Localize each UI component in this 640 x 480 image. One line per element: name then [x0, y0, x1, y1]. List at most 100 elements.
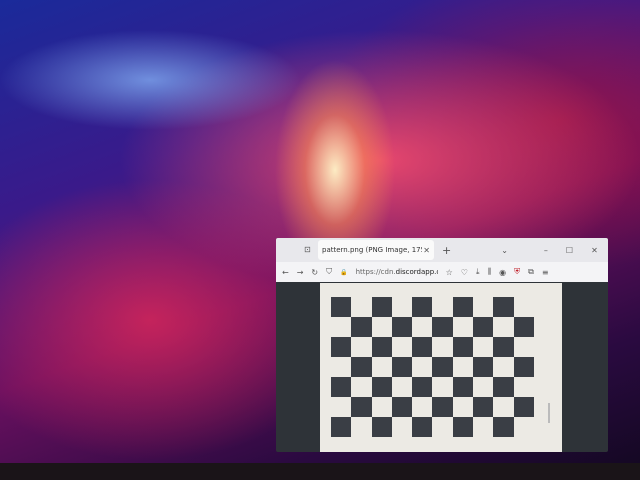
- light-square: [412, 317, 432, 337]
- light-square: [473, 377, 493, 397]
- light-square: [453, 317, 473, 337]
- light-square: [331, 317, 351, 337]
- light-square: [514, 337, 534, 357]
- light-square: [493, 317, 513, 337]
- library-icon[interactable]: ⫼: [487, 267, 491, 277]
- close-window-button[interactable]: ✕: [591, 246, 598, 255]
- extension-shield-icon[interactable]: ⛨: [514, 267, 520, 277]
- light-square: [331, 397, 351, 417]
- dark-square: [493, 337, 514, 357]
- light-square: [514, 377, 534, 397]
- dark-square: [351, 397, 372, 417]
- light-square: [372, 317, 392, 337]
- dark-square: [432, 357, 453, 377]
- light-square: [372, 397, 392, 417]
- checkerboard: [331, 297, 534, 437]
- forward-icon[interactable]: →: [297, 268, 304, 277]
- dark-square: [371, 297, 392, 317]
- light-square: [453, 357, 473, 377]
- dark-square: [493, 297, 514, 317]
- lock-icon[interactable]: 🔒: [340, 269, 347, 276]
- light-square: [432, 297, 452, 317]
- dark-square: [432, 317, 453, 337]
- light-square: [473, 297, 493, 317]
- browser-window: ⊡ pattern.png (PNG Image, 1754 × 12 ✕ + …: [276, 238, 608, 452]
- checkerboard-image: [320, 283, 562, 452]
- light-square: [412, 357, 432, 377]
- url-bar[interactable]: https://cdn.discordapp.co: [356, 268, 438, 276]
- tab-close-icon[interactable]: ✕: [423, 246, 430, 255]
- dark-square: [331, 337, 352, 357]
- light-square: [514, 417, 534, 437]
- shield-icon[interactable]: ⛉: [326, 267, 332, 277]
- extensions-icon[interactable]: ⧉: [528, 267, 534, 277]
- dark-square: [473, 317, 494, 337]
- dark-square: [331, 377, 352, 397]
- dark-square: [513, 397, 534, 417]
- dark-square: [412, 297, 433, 317]
- bookmark-star-icon[interactable]: ☆: [446, 268, 453, 277]
- dark-square: [331, 417, 352, 437]
- dark-square: [412, 417, 433, 437]
- url-prefix: https://cdn.: [355, 268, 396, 276]
- dark-square: [452, 297, 474, 317]
- light-square: [473, 417, 493, 437]
- light-square: [351, 377, 371, 397]
- dark-square: [412, 337, 433, 357]
- nav-bar: ← → ↻ ⛉ 🔒 https://cdn.discordapp.co ☆ ♡ …: [276, 262, 608, 282]
- image-fine-print: [548, 403, 550, 423]
- light-square: [372, 357, 392, 377]
- dark-square: [452, 337, 474, 357]
- dark-square: [513, 317, 534, 337]
- tab-title: pattern.png (PNG Image, 1754 × 12: [322, 246, 422, 254]
- dark-square: [473, 357, 494, 377]
- light-square: [351, 297, 371, 317]
- dark-square: [452, 377, 474, 397]
- download-icon[interactable]: ⤓: [476, 267, 480, 277]
- dark-square: [432, 397, 453, 417]
- account-icon[interactable]: ◉: [499, 268, 506, 277]
- dark-square: [391, 357, 413, 377]
- dark-square: [493, 377, 514, 397]
- light-square: [432, 417, 452, 437]
- dark-square: [391, 317, 413, 337]
- dark-square: [371, 377, 392, 397]
- light-square: [432, 337, 452, 357]
- tab-bar: ⊡ pattern.png (PNG Image, 1754 × 12 ✕ + …: [276, 238, 608, 262]
- maximize-button[interactable]: ☐: [566, 246, 573, 255]
- light-square: [473, 337, 493, 357]
- dark-square: [331, 297, 352, 317]
- tab-pattern[interactable]: pattern.png (PNG Image, 1754 × 12 ✕: [318, 240, 434, 260]
- light-square: [412, 397, 432, 417]
- minimize-button[interactable]: –: [544, 246, 548, 255]
- dark-square: [473, 397, 494, 417]
- light-square: [453, 397, 473, 417]
- light-square: [351, 417, 371, 437]
- dark-square: [452, 417, 474, 437]
- light-square: [493, 357, 513, 377]
- dark-square: [371, 337, 392, 357]
- light-square: [392, 377, 412, 397]
- dark-square: [412, 377, 433, 397]
- light-square: [331, 357, 351, 377]
- reload-icon[interactable]: ↻: [311, 268, 318, 277]
- light-square: [392, 337, 412, 357]
- menu-icon[interactable]: ≡: [542, 268, 549, 277]
- dark-square: [493, 417, 514, 437]
- light-square: [493, 397, 513, 417]
- light-square: [392, 297, 412, 317]
- tab-overview-icon[interactable]: ⊡: [304, 245, 311, 254]
- url-domain: discordapp.co: [395, 268, 438, 276]
- monitor-bezel: [0, 463, 640, 480]
- dark-square: [351, 317, 372, 337]
- dark-square: [513, 357, 534, 377]
- dark-square: [371, 417, 392, 437]
- dark-square: [351, 357, 372, 377]
- dark-square: [391, 397, 413, 417]
- pocket-icon[interactable]: ♡: [461, 268, 468, 277]
- light-square: [351, 337, 371, 357]
- back-icon[interactable]: ←: [282, 268, 289, 277]
- light-square: [432, 377, 452, 397]
- new-tab-button[interactable]: +: [442, 244, 451, 257]
- list-all-tabs-icon[interactable]: ⌄: [501, 246, 508, 255]
